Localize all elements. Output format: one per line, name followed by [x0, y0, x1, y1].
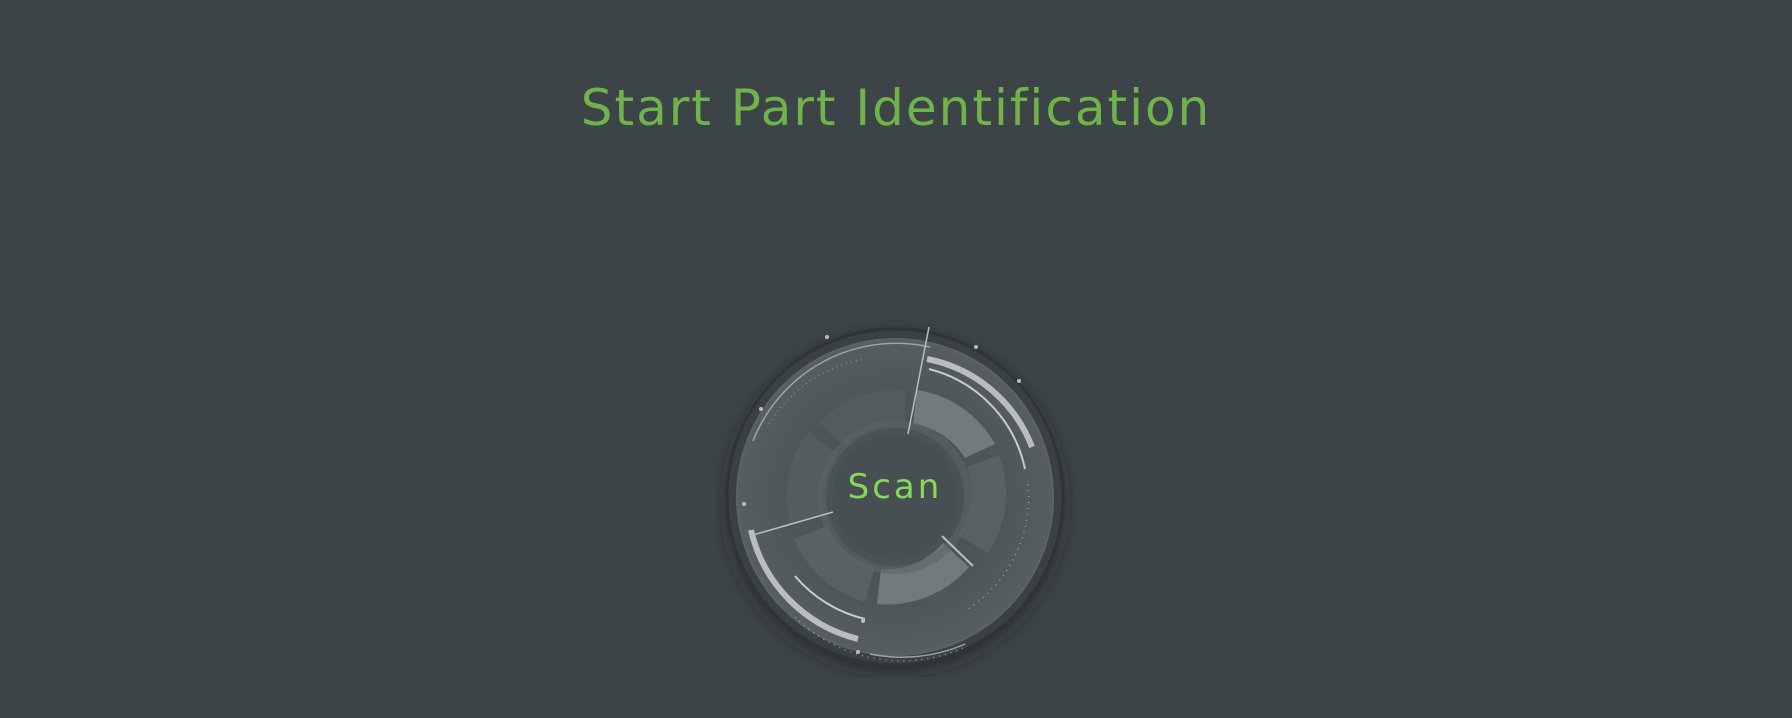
scan-label: Scan — [847, 467, 943, 507]
dial-dot — [861, 619, 865, 623]
dial-dot — [856, 650, 860, 654]
dial-dot — [974, 345, 978, 349]
dial-dot — [1017, 379, 1021, 383]
scan-button[interactable]: Scan — [715, 317, 1075, 677]
dial-dot — [759, 407, 763, 411]
dial-dot — [825, 335, 829, 339]
page-title: Start Part Identification — [580, 79, 1212, 137]
